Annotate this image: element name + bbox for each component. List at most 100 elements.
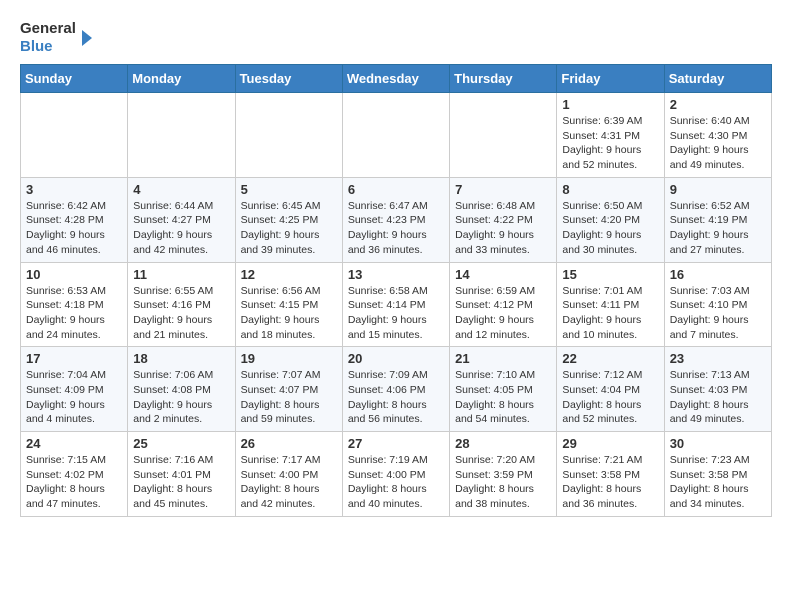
day-info: Sunrise: 6:53 AM Sunset: 4:18 PM Dayligh… [26,284,122,343]
day-number: 8 [562,182,658,197]
calendar-day-cell: 6 Sunrise: 6:47 AM Sunset: 4:23 PM Daylig… [342,177,449,262]
calendar-day-cell [128,93,235,178]
calendar-day-cell: 3 Sunrise: 6:42 AM Sunset: 4:28 PM Daylig… [21,177,128,262]
calendar-day-cell: 28 Sunrise: 7:20 AM Sunset: 3:59 PM Dayli… [450,432,557,517]
calendar-day-cell: 27 Sunrise: 7:19 AM Sunset: 4:00 PM Dayli… [342,432,449,517]
logo: GeneralBlue [20,20,92,56]
day-info: Sunrise: 7:10 AM Sunset: 4:05 PM Dayligh… [455,368,551,427]
calendar-day-cell: 14 Sunrise: 6:59 AM Sunset: 4:12 PM Dayli… [450,262,557,347]
day-number: 28 [455,436,551,451]
calendar-day-cell: 26Sunrise: 7:17 AM Sunset: 4:00 PM Dayli… [235,432,342,517]
day-info: Sunrise: 7:17 AM Sunset: 4:00 PM Dayligh… [241,453,337,512]
day-info: Sunrise: 7:03 AM Sunset: 4:10 PM Dayligh… [670,284,766,343]
day-info: Sunrise: 7:04 AM Sunset: 4:09 PM Dayligh… [26,368,122,427]
calendar-day-cell [450,93,557,178]
day-number: 14 [455,267,551,282]
calendar-day-cell: 11 Sunrise: 6:55 AM Sunset: 4:16 PM Dayli… [128,262,235,347]
day-info: Sunrise: 6:40 AM Sunset: 4:30 PM Dayligh… [670,114,766,173]
weekday-header-saturday: Saturday [664,65,771,93]
calendar-day-cell: 18 Sunrise: 7:06 AM Sunset: 4:08 PM Dayli… [128,347,235,432]
calendar-day-cell: 25 Sunrise: 7:16 AM Sunset: 4:01 PM Dayli… [128,432,235,517]
day-info: Sunrise: 6:56 AM Sunset: 4:15 PM Dayligh… [241,284,337,343]
calendar-day-cell: 10 Sunrise: 6:53 AM Sunset: 4:18 PM Dayli… [21,262,128,347]
weekday-header-friday: Friday [557,65,664,93]
day-number: 5 [241,182,337,197]
calendar-day-cell: 16 Sunrise: 7:03 AM Sunset: 4:10 PM Dayli… [664,262,771,347]
calendar-day-cell: 5 Sunrise: 6:45 AM Sunset: 4:25 PM Daylig… [235,177,342,262]
day-number: 18 [133,351,229,366]
calendar-day-cell: 15 Sunrise: 7:01 AM Sunset: 4:11 PM Dayli… [557,262,664,347]
weekday-header-wednesday: Wednesday [342,65,449,93]
day-number: 27 [348,436,444,451]
day-info: Sunrise: 7:01 AM Sunset: 4:11 PM Dayligh… [562,284,658,343]
calendar-day-cell: 9 Sunrise: 6:52 AM Sunset: 4:19 PM Daylig… [664,177,771,262]
day-info: Sunrise: 7:19 AM Sunset: 4:00 PM Dayligh… [348,453,444,512]
calendar-day-cell: 19 Sunrise: 7:07 AM Sunset: 4:07 PM Dayli… [235,347,342,432]
logo-arrow-icon [82,30,92,46]
day-number: 9 [670,182,766,197]
calendar-week-row: 10 Sunrise: 6:53 AM Sunset: 4:18 PM Dayli… [21,262,772,347]
day-number: 2 [670,97,766,112]
day-info: Sunrise: 7:07 AM Sunset: 4:07 PM Dayligh… [241,368,337,427]
calendar-day-cell: 21Sunrise: 7:10 AM Sunset: 4:05 PM Dayli… [450,347,557,432]
day-number: 1 [562,97,658,112]
calendar-day-cell: 2 Sunrise: 6:40 AM Sunset: 4:30 PM Daylig… [664,93,771,178]
calendar-day-cell [342,93,449,178]
day-number: 12 [241,267,337,282]
day-info: Sunrise: 6:42 AM Sunset: 4:28 PM Dayligh… [26,199,122,258]
day-number: 30 [670,436,766,451]
day-number: 23 [670,351,766,366]
day-info: Sunrise: 6:45 AM Sunset: 4:25 PM Dayligh… [241,199,337,258]
calendar-day-cell: 23Sunrise: 7:13 AM Sunset: 4:03 PM Dayli… [664,347,771,432]
calendar-day-cell: 20 Sunrise: 7:09 AM Sunset: 4:06 PM Dayli… [342,347,449,432]
day-info: Sunrise: 6:55 AM Sunset: 4:16 PM Dayligh… [133,284,229,343]
day-number: 20 [348,351,444,366]
calendar-day-cell: 13 Sunrise: 6:58 AM Sunset: 4:14 PM Dayli… [342,262,449,347]
logo-text: GeneralBlue [20,20,76,56]
day-number: 3 [26,182,122,197]
day-info: Sunrise: 7:12 AM Sunset: 4:04 PM Dayligh… [562,368,658,427]
day-info: Sunrise: 6:58 AM Sunset: 4:14 PM Dayligh… [348,284,444,343]
day-info: Sunrise: 6:44 AM Sunset: 4:27 PM Dayligh… [133,199,229,258]
day-number: 13 [348,267,444,282]
day-number: 15 [562,267,658,282]
day-info: Sunrise: 7:21 AM Sunset: 3:58 PM Dayligh… [562,453,658,512]
day-info: Sunrise: 6:48 AM Sunset: 4:22 PM Dayligh… [455,199,551,258]
calendar-day-cell: 12 Sunrise: 6:56 AM Sunset: 4:15 PM Dayli… [235,262,342,347]
day-info: Sunrise: 6:50 AM Sunset: 4:20 PM Dayligh… [562,199,658,258]
calendar-table: SundayMondayTuesdayWednesdayThursdayFrid… [20,64,772,517]
calendar-day-cell: 7 Sunrise: 6:48 AM Sunset: 4:22 PM Daylig… [450,177,557,262]
day-number: 7 [455,182,551,197]
day-number: 19 [241,351,337,366]
calendar-day-cell: 4 Sunrise: 6:44 AM Sunset: 4:27 PM Daylig… [128,177,235,262]
calendar-week-row: 24 Sunrise: 7:15 AM Sunset: 4:02 PM Dayli… [21,432,772,517]
day-number: 16 [670,267,766,282]
day-info: Sunrise: 6:39 AM Sunset: 4:31 PM Dayligh… [562,114,658,173]
weekday-header-row: SundayMondayTuesdayWednesdayThursdayFrid… [21,65,772,93]
day-info: Sunrise: 7:06 AM Sunset: 4:08 PM Dayligh… [133,368,229,427]
weekday-header-sunday: Sunday [21,65,128,93]
header: GeneralBlue [20,20,772,56]
calendar-day-cell [235,93,342,178]
day-number: 24 [26,436,122,451]
day-number: 25 [133,436,229,451]
day-info: Sunrise: 6:52 AM Sunset: 4:19 PM Dayligh… [670,199,766,258]
day-info: Sunrise: 6:59 AM Sunset: 4:12 PM Dayligh… [455,284,551,343]
calendar-week-row: 3 Sunrise: 6:42 AM Sunset: 4:28 PM Daylig… [21,177,772,262]
day-info: Sunrise: 7:20 AM Sunset: 3:59 PM Dayligh… [455,453,551,512]
day-number: 11 [133,267,229,282]
day-number: 10 [26,267,122,282]
weekday-header-monday: Monday [128,65,235,93]
day-number: 6 [348,182,444,197]
weekday-header-tuesday: Tuesday [235,65,342,93]
day-info: Sunrise: 6:47 AM Sunset: 4:23 PM Dayligh… [348,199,444,258]
logo-box: GeneralBlue [20,20,92,56]
day-info: Sunrise: 7:15 AM Sunset: 4:02 PM Dayligh… [26,453,122,512]
calendar-week-row: 17Sunrise: 7:04 AM Sunset: 4:09 PM Dayli… [21,347,772,432]
day-number: 4 [133,182,229,197]
calendar-day-cell [21,93,128,178]
calendar-day-cell: 1 Sunrise: 6:39 AM Sunset: 4:31 PM Daylig… [557,93,664,178]
day-info: Sunrise: 7:16 AM Sunset: 4:01 PM Dayligh… [133,453,229,512]
calendar-day-cell: 22Sunrise: 7:12 AM Sunset: 4:04 PM Dayli… [557,347,664,432]
day-info: Sunrise: 7:09 AM Sunset: 4:06 PM Dayligh… [348,368,444,427]
